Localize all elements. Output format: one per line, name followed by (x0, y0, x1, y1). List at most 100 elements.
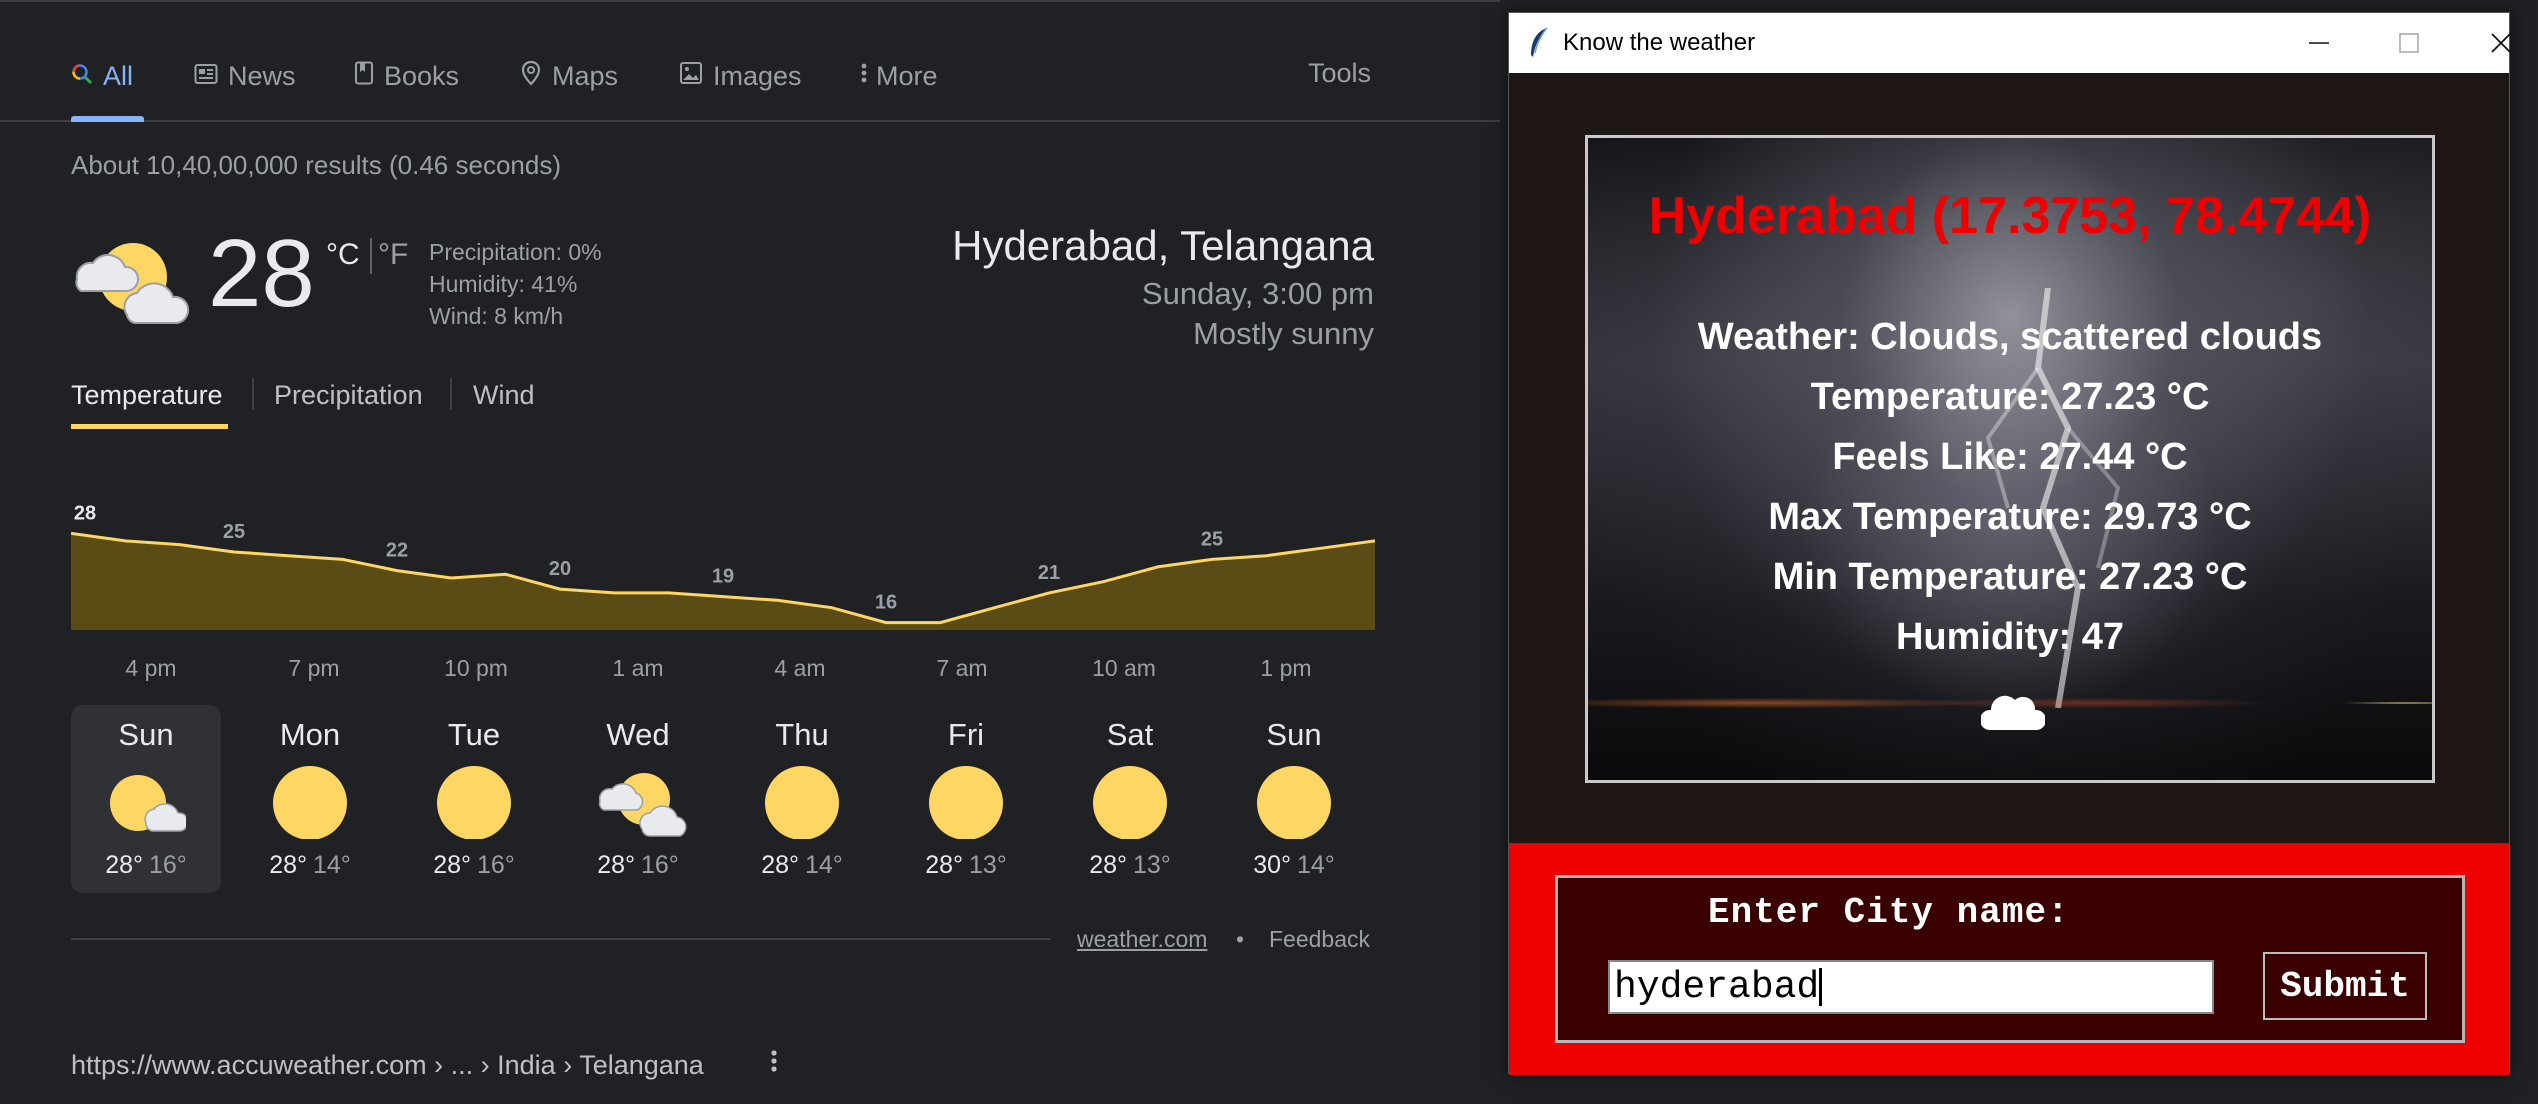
chart-data-label: 25 (1201, 528, 1223, 550)
day-name: Thu (775, 717, 829, 752)
sunny-icon (270, 765, 350, 840)
search-icon (71, 61, 93, 92)
tab-separator (450, 378, 452, 410)
sunny-icon (926, 765, 1006, 840)
feels-like-line: Feels Like: 27.44 °C (1832, 436, 2188, 478)
hour-label: 10 am (1092, 655, 1156, 681)
tab-separator (252, 378, 254, 410)
current-temperature: 28 (208, 220, 315, 327)
low-temp: 16° (477, 851, 515, 879)
high-temp: 28° (925, 851, 963, 879)
high-temp: 28° (433, 851, 471, 879)
tools-button[interactable]: Tools (1308, 58, 1371, 89)
tab-temperature[interactable]: Temperature (71, 380, 223, 411)
tab-wind[interactable]: Wind (473, 380, 535, 411)
day-name: Tue (447, 717, 501, 752)
feather-icon (1527, 27, 1551, 59)
day-forecast-wed[interactable]: Wed 28° 16° (563, 705, 713, 893)
weather-details: Precipitation: 0% Humidity: 41% Wind: 8 … (429, 236, 602, 332)
text-caret (1819, 967, 1823, 1006)
partly-cloudy-icon (598, 765, 687, 839)
hour-label: 10 pm (444, 655, 508, 681)
chart-data-label: 19 (712, 566, 734, 588)
unit-celsius[interactable]: °C (326, 238, 360, 272)
low-temp: 14° (313, 851, 351, 879)
high-temp: 28° (597, 851, 635, 879)
day-forecast-sun[interactable]: Sun 28° 16° (71, 705, 221, 893)
city-input-value: hyderabad (1614, 966, 1820, 1009)
tab-images[interactable]: Images (679, 58, 802, 94)
datetime-text: Sunday, 3:00 pm (1141, 276, 1374, 311)
source-link[interactable]: weather.com (1077, 926, 1207, 953)
chart-data-label: 16 (875, 592, 897, 614)
tab-books[interactable]: Books (354, 58, 459, 94)
partly-cloudy-icon (106, 765, 189, 839)
chart-data-label: 25 (223, 521, 245, 543)
max-temp-line: Max Temperature: 29.73 °C (1768, 496, 2252, 538)
humidity-line: Humidity: 47 (1895, 616, 2125, 658)
city-input[interactable]: hyderabad (1608, 960, 2214, 1014)
tab-maps-label: Maps (552, 60, 619, 91)
city-heading: Hyderabad (17.3753, 78.4744) (1648, 187, 2372, 245)
wind-text: Wind: 8 km/h (429, 303, 564, 329)
hour-label: 7 pm (288, 655, 340, 681)
feedback-link[interactable]: Feedback (1269, 926, 1370, 953)
day-name: Sun (118, 717, 174, 752)
unit-fahrenheit[interactable]: °F (378, 238, 408, 272)
hour-label: 4 am (774, 655, 826, 681)
low-temp: 13° (969, 851, 1007, 879)
active-tab-indicator (71, 116, 144, 122)
submit-button[interactable]: Submit (2263, 952, 2427, 1020)
day-name: Fri (947, 717, 985, 752)
tab-all-label: All (103, 60, 134, 91)
tab-images-label: Images (713, 60, 802, 91)
city-form: Enter City name: hyderabad Submit (1555, 875, 2465, 1043)
title-bar[interactable]: Know the weather (1509, 13, 2511, 73)
weather-line: Weather: Clouds, scattered clouds (1697, 316, 2323, 358)
low-temp: 16° (641, 851, 679, 879)
tab-more-label: More (876, 60, 938, 91)
result-url[interactable]: https://www.accuweather.com › ... › Indi… (71, 1050, 704, 1081)
high-temp: 30° (1253, 851, 1291, 879)
tab-precipitation[interactable]: Precipitation (274, 380, 423, 411)
tab-more[interactable]: More (860, 58, 938, 94)
maximize-icon[interactable] (2371, 21, 2447, 65)
city-prompt-label: Enter City name: (1708, 892, 2070, 933)
separator-dot: • (1236, 926, 1245, 952)
day-name: Mon (279, 717, 341, 752)
tab-news-label: News (228, 60, 296, 91)
tab-maps[interactable]: Maps (520, 58, 618, 94)
results-count: About 10,40,00,000 results (0.46 seconds… (71, 150, 561, 180)
map-pin-icon (520, 60, 542, 93)
sunny-icon (1254, 765, 1334, 840)
day-temps: 28° 14° (727, 851, 877, 880)
high-temp: 28° (269, 851, 307, 879)
image-icon (679, 61, 703, 92)
day-forecast-mon[interactable]: Mon 28° 14° (235, 705, 385, 893)
day-forecast-thu[interactable]: Thu 28° 14° (727, 705, 877, 893)
close-icon[interactable] (2463, 21, 2538, 65)
chart-data-label: 28 (74, 502, 96, 524)
condition-text: Mostly sunny (1193, 316, 1374, 351)
result-menu-icon[interactable] (770, 1048, 778, 1082)
day-forecast-tue[interactable]: Tue 28° 16° (399, 705, 549, 893)
tab-all[interactable]: All (71, 58, 133, 94)
hour-label: 1 pm (1260, 655, 1312, 681)
minimize-icon[interactable] (2281, 21, 2357, 65)
day-forecast-sat[interactable]: Sat 28° 13° (1055, 705, 1205, 893)
day-forecast-fri[interactable]: Fri 28° 13° (891, 705, 1041, 893)
unit-separator (370, 238, 372, 274)
location-title: Hyderabad, Telangana (952, 222, 1374, 269)
high-temp: 28° (105, 851, 143, 879)
precipitation-text: Precipitation: 0% (429, 239, 602, 265)
chart-data-label: 20 (549, 558, 571, 580)
tab-news[interactable]: News (194, 58, 296, 94)
sunny-icon (434, 765, 514, 840)
day-forecast-sun-next[interactable]: Sun 30° 14° (1219, 705, 1369, 893)
weather-display-panel: Hyderabad (17.3753, 78.4744) Weather: Cl… (1585, 135, 2435, 783)
footer-divider (71, 938, 1051, 940)
more-vert-icon (860, 61, 868, 92)
hour-label: 4 pm (125, 655, 177, 681)
low-temp: 14° (805, 851, 843, 879)
sunny-icon (1090, 765, 1170, 840)
